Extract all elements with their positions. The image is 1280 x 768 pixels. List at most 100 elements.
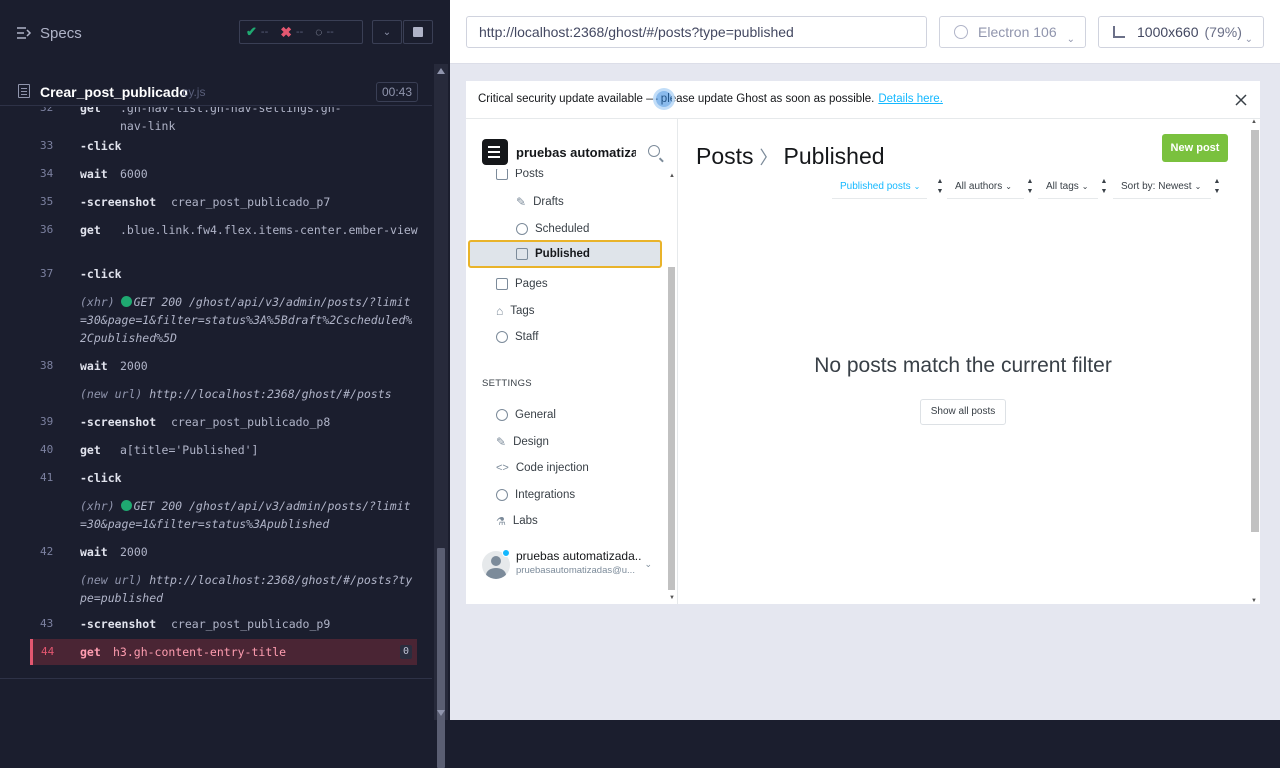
cypress-reporter: Specs ✔ -- ✖ -- ◌ -- ⌄ Crear_post_publicado… — [0, 0, 450, 768]
nav-labs[interactable]: ⚗ Labs — [496, 510, 538, 532]
command-number: 36 — [40, 223, 54, 236]
scrollbar-thumb[interactable] — [1251, 130, 1259, 532]
specs-button[interactable]: Specs — [16, 22, 82, 44]
scrollbar-thumb[interactable] — [668, 267, 675, 590]
nav-staff[interactable]: Staff — [496, 326, 538, 348]
xhr-tag: (xhr) — [80, 499, 115, 513]
tag-filter[interactable]: All tags ⌄ — [1038, 177, 1098, 199]
scroll-down-icon[interactable] — [437, 710, 445, 716]
command-row[interactable]: 41 -click — [30, 469, 417, 487]
scroll-up-icon[interactable] — [437, 68, 445, 74]
site-brand[interactable]: pruebas automatiza... — [482, 139, 636, 165]
breadcrumb-posts[interactable]: Posts — [696, 143, 754, 169]
reporter-divider — [0, 678, 432, 679]
url-bar[interactable]: http://localhost:2368/ghost/#/posts?type… — [466, 16, 927, 48]
chevron-down-icon: ⌄ — [1244, 34, 1253, 45]
new-url-row[interactable]: (new url) http://localhost:2368/ghost/#/… — [30, 571, 417, 607]
filter-label: All authors — [955, 181, 1003, 192]
type-filter[interactable]: Published posts ⌄ — [832, 177, 927, 199]
command-row[interactable]: 33 -click — [30, 137, 417, 155]
security-notice: Critical security update available — ple… — [466, 81, 1260, 119]
command-message: 6000 — [120, 167, 148, 181]
command-row[interactable]: 32 get .gh-nav-list.gh-nav-settings.gh-n… — [30, 107, 417, 133]
nav-general[interactable]: General — [496, 404, 556, 426]
pending-stat: ◌ -- — [309, 25, 339, 39]
nav-integrations[interactable]: Integrations — [496, 484, 575, 506]
xhr-row[interactable]: (xhr) GET 200 /ghost/api/v3/admin/posts/?… — [30, 497, 417, 533]
filter-label: Sort by: Newest — [1121, 181, 1192, 192]
click-cursor-indicator — [653, 88, 675, 110]
command-row[interactable]: 38 wait 2000 — [30, 357, 417, 375]
sidebar-scrollbar[interactable]: ▲ ▼ — [666, 173, 676, 601]
browser-icon — [954, 25, 968, 39]
nav-code-injection[interactable]: <> Code injection — [496, 457, 589, 479]
stepper-icon: ▲ ▼ — [936, 178, 944, 195]
command-number: 34 — [40, 167, 54, 180]
passed-stat: ✔ -- — [240, 24, 274, 40]
main-scrollbar[interactable]: ▲ ▼ — [1248, 119, 1260, 604]
search-icon[interactable] — [648, 145, 660, 157]
posts-icon — [496, 169, 508, 180]
author-filter[interactable]: All authors ⌄ — [947, 177, 1024, 199]
command-row[interactable]: 37 -click — [30, 265, 417, 283]
pending-count: -- — [326, 26, 334, 38]
command-row[interactable]: 42 wait 2000 — [30, 543, 417, 561]
new-post-button[interactable]: New post — [1162, 134, 1228, 162]
xhr-row[interactable]: (xhr) GET 200 /ghost/api/v3/admin/posts/?… — [30, 293, 417, 347]
nav-design[interactable]: ✎ Design — [496, 431, 549, 453]
close-icon[interactable] — [1234, 93, 1248, 107]
browser-selector[interactable]: Electron 106 ⌄ — [939, 16, 1086, 48]
command-message: .gh-nav-list.gh-nav-settings.gh-nav-link — [120, 107, 342, 133]
nav-published[interactable]: Published — [468, 240, 662, 268]
nav-pages[interactable]: Pages — [496, 273, 548, 295]
new-url-tag: (new url) — [80, 573, 143, 587]
nav-tags[interactable]: ⌂ Tags — [496, 300, 535, 322]
scrollbar-thumb[interactable] — [437, 548, 445, 768]
status-dot-icon — [120, 296, 132, 307]
new-url-row[interactable]: (new url) http://localhost:2368/ghost/#/… — [30, 385, 417, 403]
command-message: crear_post_publicado_p7 — [171, 195, 331, 209]
reporter-header: Specs ✔ -- ✖ -- ◌ -- ⌄ — [0, 0, 450, 64]
command-row[interactable]: 34 wait 6000 — [30, 165, 417, 183]
nav-label: Design — [513, 436, 549, 448]
viewport-size: 1000x660 — [1137, 24, 1199, 40]
site-name: pruebas automatiza... — [516, 144, 636, 160]
reporter-scrollbar[interactable] — [434, 64, 448, 768]
user-menu[interactable]: pruebas automatizada... pruebasautomatiz… — [482, 549, 652, 579]
command-row[interactable]: 43 -screenshot crear_post_publicado_p9 — [30, 615, 417, 633]
filter-label: Published posts — [840, 181, 911, 192]
nav-posts[interactable]: Posts — [496, 169, 544, 185]
scroll-down-icon[interactable]: ▼ — [1251, 598, 1257, 604]
spec-file-header[interactable]: Crear_post_publicado .cy.js 00:43 — [0, 76, 432, 106]
command-number: 37 — [40, 267, 54, 280]
scroll-down-icon[interactable]: ▼ — [669, 595, 675, 601]
status-dot-icon — [120, 500, 132, 511]
failed-command-row[interactable]: 44 get h3.gh-content-entry-title 0 — [30, 639, 417, 665]
nav-label: Drafts — [533, 196, 564, 208]
command-name: wait — [80, 545, 108, 559]
scroll-up-icon[interactable]: ▲ — [669, 173, 675, 179]
sort-filter[interactable]: Sort by: Newest ⌄ — [1113, 177, 1211, 199]
nav-drafts[interactable]: ✎ Drafts — [516, 191, 564, 213]
command-row[interactable]: 40 get a[title='Published'] — [30, 441, 417, 459]
command-name: get — [80, 107, 101, 115]
command-number: 32 — [40, 107, 54, 114]
show-all-posts-button[interactable]: Show all posts — [920, 399, 1006, 425]
command-row[interactable]: 39 -screenshot crear_post_publicado_p8 — [30, 413, 417, 431]
nav-scheduled[interactable]: Scheduled — [516, 218, 589, 240]
user-email: pruebasautomatizadas@u... — [516, 565, 635, 576]
stop-button[interactable] — [403, 20, 433, 44]
specs-menu-icon — [17, 27, 32, 39]
x-icon: ✖ — [280, 23, 292, 40]
command-row[interactable]: 36 get .blue.link.fw4.flex.items-center.… — [30, 221, 418, 257]
command-number: 38 — [40, 359, 54, 372]
details-link[interactable]: Details here. — [878, 93, 943, 105]
command-name: get — [80, 223, 101, 237]
spec-file-name: Crear_post_publicado — [40, 84, 188, 100]
command-row[interactable]: 35 -screenshot crear_post_publicado_p7 — [30, 193, 417, 211]
viewport-selector[interactable]: 1000x660 (79%) ⌄ — [1098, 16, 1264, 48]
scroll-up-icon[interactable]: ▲ — [1251, 119, 1257, 125]
toggle-auto-scroll-button[interactable]: ⌄ — [372, 20, 402, 44]
nav-label: Tags — [510, 305, 535, 317]
command-number: 44 — [41, 645, 55, 658]
